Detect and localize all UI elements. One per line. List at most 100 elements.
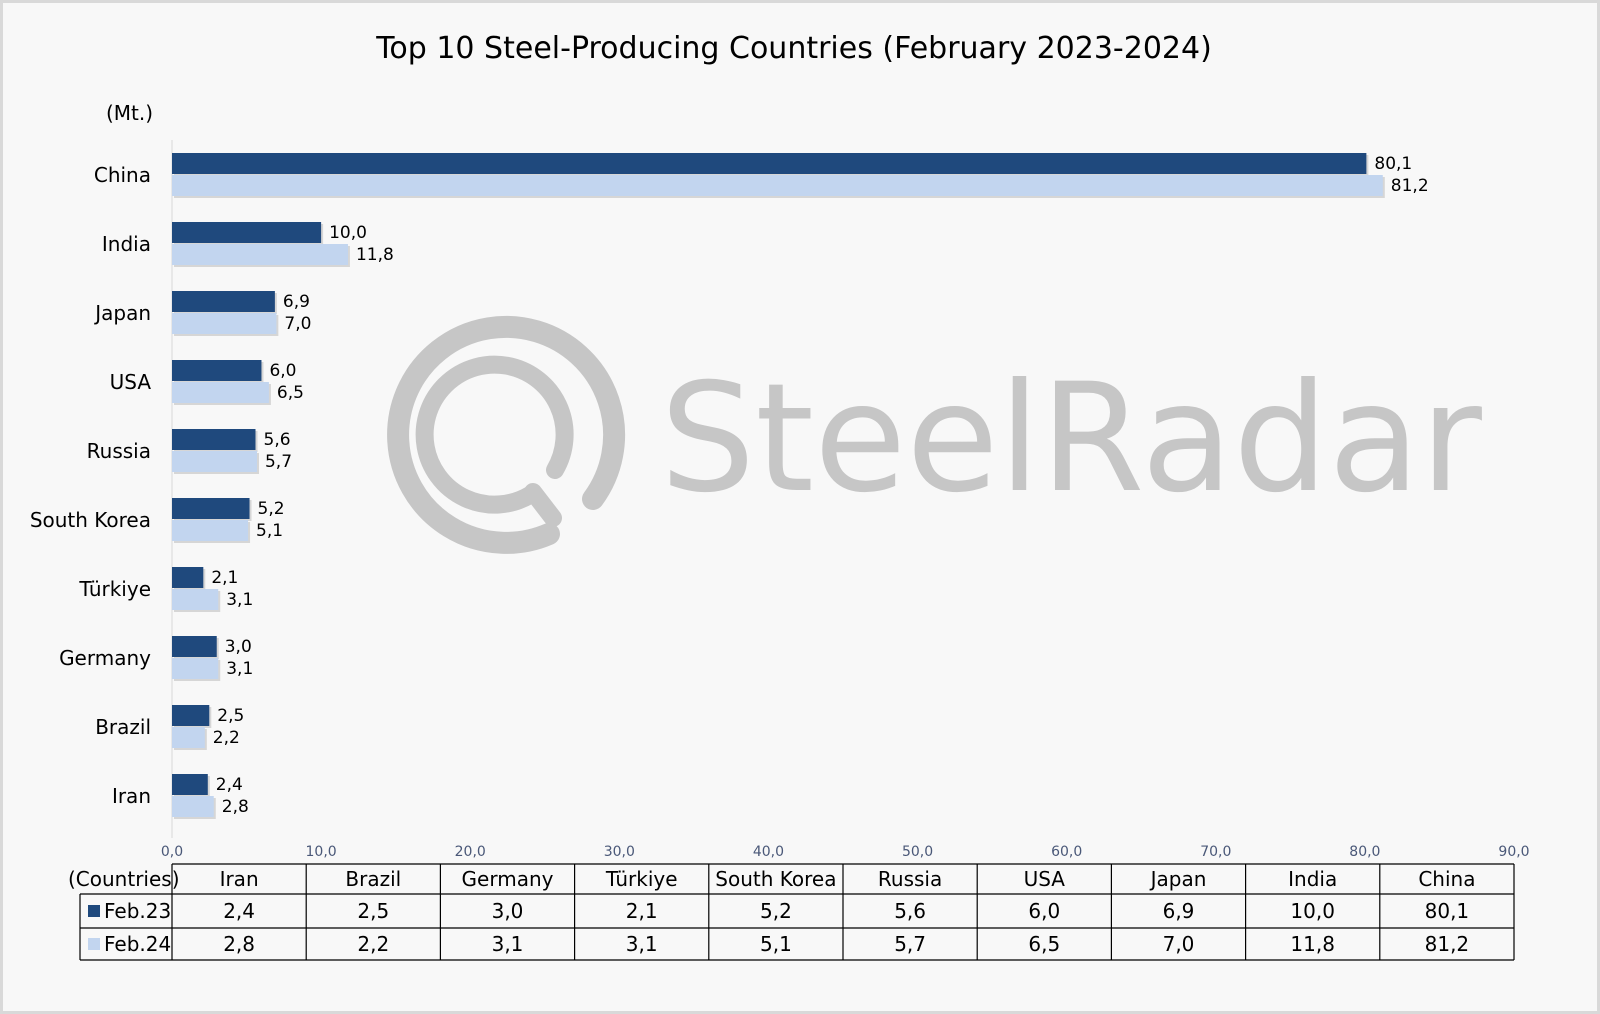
x-tick-label: 0,0: [161, 844, 183, 860]
x-tick-label: 70,0: [1200, 844, 1231, 860]
category-label: China: [94, 163, 151, 187]
bar-feb24: [172, 727, 205, 748]
x-tick-label: 50,0: [902, 844, 933, 860]
watermark-logo-icon: [387, 315, 626, 554]
table-column-header: Iran: [220, 867, 259, 891]
bar-feb23: [172, 429, 256, 450]
legend-swatch: [88, 905, 100, 917]
bar-feb23: [172, 774, 208, 795]
x-tick-label: 10,0: [306, 844, 337, 860]
category-label: Russia: [87, 439, 151, 463]
table-cell: 2,4: [223, 899, 255, 923]
bar-feb24: [172, 313, 277, 334]
bar-feb23: [172, 360, 262, 381]
bar-feb24: [172, 244, 348, 265]
bar-feb23: [172, 498, 250, 519]
table-cell: 7,0: [1163, 932, 1195, 956]
table-cell: 5,6: [894, 899, 926, 923]
legend-swatch: [88, 938, 100, 950]
unit-label: (Mt.): [106, 101, 153, 125]
bar-feb24: [172, 796, 214, 817]
table-cell: 5,2: [760, 899, 792, 923]
bar-feb23: [172, 153, 1367, 174]
data-label: 2,1: [211, 568, 238, 588]
x-tick-label: 30,0: [604, 844, 635, 860]
x-tick-labels: 0,0 10,0 20,0 30,0 40,0 50,0 60,0 70,0 80,0 90,0: [161, 844, 1530, 860]
data-label: 81,2: [1391, 176, 1429, 196]
table-cell: 80,1: [1425, 899, 1470, 923]
data-label: 5,6: [264, 430, 291, 450]
table-row-label: Feb.23: [104, 899, 171, 923]
category-label: Germany: [59, 646, 151, 670]
table-cell: 3,0: [492, 899, 524, 923]
bar-feb24: [172, 451, 257, 472]
table-column-header: Germany: [462, 867, 554, 891]
data-label: 5,1: [256, 521, 283, 541]
table-cell: 2,5: [357, 899, 389, 923]
bar-feb23: [172, 567, 204, 588]
data-label: 80,1: [1374, 154, 1412, 174]
table-cell: 2,1: [626, 899, 658, 923]
data-label: 6,5: [277, 383, 304, 403]
x-tick-label: 80,0: [1349, 844, 1380, 860]
bar-feb24: [172, 382, 269, 403]
table-cell: 10,0: [1290, 899, 1335, 923]
data-label: 7,0: [284, 314, 311, 334]
table-column-headers: Iran Brazil Germany Türkiye South Korea Russi…: [220, 867, 1476, 891]
data-label: 11,8: [356, 245, 394, 265]
watermark-text: SteelRadar: [660, 352, 1482, 526]
data-label: 3,0: [225, 637, 252, 657]
category-label: USA: [110, 370, 152, 394]
table-row-label: Feb.24: [104, 932, 171, 956]
data-label: 2,5: [217, 706, 244, 726]
bar-feb24: [172, 175, 1383, 196]
table-column-header: India: [1288, 867, 1337, 891]
data-label: 5,2: [258, 499, 285, 519]
x-tick-label: 90,0: [1498, 844, 1529, 860]
table-cell: 81,2: [1425, 932, 1470, 956]
data-label: 5,7: [265, 452, 292, 472]
table-column-header: Türkiye: [605, 867, 678, 891]
table-cell: 6,9: [1163, 899, 1195, 923]
x-tick-label: 60,0: [1051, 844, 1082, 860]
bar-feb23: [172, 636, 217, 657]
data-label: 6,9: [283, 292, 310, 312]
table-cell: 3,1: [492, 932, 524, 956]
table-cell: 2,2: [357, 932, 389, 956]
data-label: 6,0: [269, 361, 296, 381]
data-label: 2,4: [216, 775, 243, 795]
category-label: South Korea: [30, 508, 151, 532]
chart-title: Top 10 Steel-Producing Countries (Februa…: [375, 31, 1212, 66]
category-label: India: [102, 232, 151, 256]
table-column-header: South Korea: [715, 867, 836, 891]
data-table: (Countries) Iran Brazil Germany Türkiye Sout…: [68, 863, 1515, 961]
table-cell: 6,5: [1028, 932, 1060, 956]
data-label: 2,8: [222, 797, 249, 817]
table-cell: 11,8: [1290, 932, 1335, 956]
table-cell: 2,8: [223, 932, 255, 956]
category-label: Japan: [93, 301, 151, 325]
watermark: SteelRadar: [387, 315, 1482, 554]
table-cell: 6,0: [1028, 899, 1060, 923]
table-cell: 3,1: [626, 932, 658, 956]
bar-chart: SteelRadar Top 10 Steel-Producing Countr…: [30, 31, 1530, 961]
category-labels: China India Japan USA Russia South Korea Türki…: [30, 163, 152, 808]
data-label: 3,1: [226, 590, 253, 610]
bar-feb24: [172, 658, 219, 679]
table-column-header: USA: [1024, 867, 1066, 891]
category-label: Türkiye: [78, 577, 151, 601]
x-tick-label: 40,0: [753, 844, 784, 860]
data-label: 2,2: [213, 728, 240, 748]
table-column-header: Japan: [1149, 867, 1207, 891]
category-label: Brazil: [95, 715, 151, 739]
data-label: 10,0: [329, 223, 367, 243]
table-header-label: (Countries): [68, 867, 180, 891]
table-cell: 5,1: [760, 932, 792, 956]
table-column-header: China: [1418, 867, 1475, 891]
bar-feb23: [172, 291, 275, 312]
table-column-header: Brazil: [345, 867, 401, 891]
data-label: 3,1: [226, 659, 253, 679]
x-tick-label: 20,0: [455, 844, 486, 860]
bar-feb24: [172, 520, 249, 541]
bar-feb24: [172, 589, 219, 610]
